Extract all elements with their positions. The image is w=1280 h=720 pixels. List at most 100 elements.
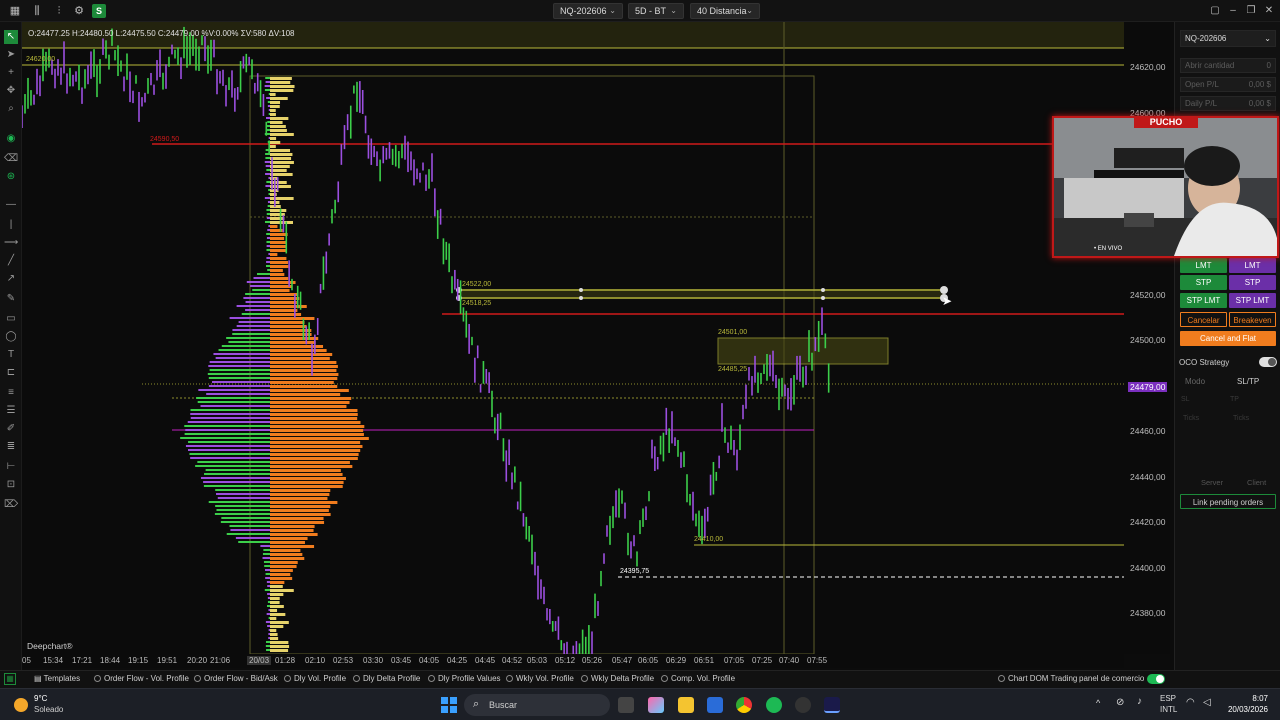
lock-icon[interactable]: ⊡ xyxy=(4,478,18,492)
maximize-icon[interactable]: ❐ xyxy=(1244,4,1258,18)
time-axis[interactable]: 05 15:34 17:21 18:44 19:15 19:51 20:20 21:06 20/… xyxy=(22,654,1124,668)
file-explorer-icon[interactable] xyxy=(678,697,694,713)
qty-field[interactable]: Abrir cantidad 0 xyxy=(1180,58,1276,73)
server-radio[interactable]: Server xyxy=(1201,478,1223,487)
trendline-icon[interactable]: ╱ xyxy=(4,254,18,268)
pointer-icon[interactable]: ➤ xyxy=(4,48,18,62)
buy-lmt-button[interactable]: LMT xyxy=(1180,258,1227,273)
profile-bar xyxy=(270,329,312,332)
bars-icon[interactable]: ⫶ xyxy=(52,4,66,18)
template-tab[interactable]: Wkly Delta Profile xyxy=(581,674,654,683)
panel-toggle[interactable] xyxy=(1147,674,1165,684)
handle-mid-2[interactable] xyxy=(579,296,583,300)
store-icon[interactable] xyxy=(707,697,723,713)
instrument-dropdown[interactable]: NQ-202606 ⌄ xyxy=(553,3,623,19)
buy-stp-button[interactable]: STP xyxy=(1180,275,1227,290)
language-label[interactable]: ESP xyxy=(1160,694,1176,703)
deepchart-app-icon[interactable] xyxy=(824,697,840,713)
s-logo-icon[interactable]: S xyxy=(92,4,106,18)
template-tab[interactable]: Dly Delta Profile xyxy=(353,674,420,683)
measure-icon[interactable]: ⊢ xyxy=(4,460,18,474)
restore-icon[interactable]: ▢ xyxy=(1208,4,1222,18)
template-tab[interactable]: Comp. Vol. Profile xyxy=(661,674,735,683)
cancel-flat-button[interactable]: Cancel and Flat xyxy=(1180,331,1276,346)
obs-icon[interactable] xyxy=(795,697,811,713)
arrow-line-icon[interactable]: ↗ xyxy=(4,272,18,286)
chart-dom-toggle[interactable]: Chart DOM Trading xyxy=(998,674,1077,683)
zoom-icon[interactable]: ⌕ xyxy=(4,102,18,116)
network-icon[interactable]: ⊘ xyxy=(1116,697,1124,708)
sun-icon[interactable] xyxy=(14,698,28,712)
handle-mid-3[interactable] xyxy=(821,288,825,292)
candles-icon[interactable]: ⫼ xyxy=(30,4,44,18)
templates-button[interactable]: ▤ Templates xyxy=(34,674,80,683)
breakeven-button[interactable]: Breakeven xyxy=(1229,312,1276,327)
pencil-icon[interactable]: ✎ xyxy=(4,292,18,306)
handle-mid-4[interactable] xyxy=(821,296,825,300)
ruler-icon[interactable]: ⊏ xyxy=(4,366,18,380)
magnet-icon[interactable]: ⊛ xyxy=(4,170,18,184)
wifi-icon[interactable]: ◠ xyxy=(1186,697,1195,708)
vline-icon[interactable]: | xyxy=(4,218,18,232)
rectangle-icon[interactable]: ▭ xyxy=(4,312,18,326)
field-value: 0 xyxy=(1266,61,1271,70)
delta-bar xyxy=(266,181,270,183)
layers-icon[interactable]: ≣ xyxy=(4,440,18,454)
ellipse-icon[interactable]: ◯ xyxy=(4,330,18,344)
buy-stplmt-button[interactable]: STP LMT xyxy=(1180,293,1227,308)
trash-icon[interactable]: ⌦ xyxy=(4,498,18,512)
task-view-icon[interactable] xyxy=(618,697,634,713)
sell-lmt-button[interactable]: LMT xyxy=(1229,258,1276,273)
template-tab[interactable]: Order Flow - Vol. Profile xyxy=(94,674,189,683)
gear-icon[interactable]: ⚙ xyxy=(72,4,86,18)
windows-start-icon[interactable] xyxy=(441,697,457,713)
close-icon[interactable]: ✕ xyxy=(1262,4,1276,18)
move-icon[interactable]: ✥ xyxy=(4,84,18,98)
template-tab[interactable]: Wkly Vol. Profile xyxy=(506,674,574,683)
volume-icon[interactable]: ◁ xyxy=(1203,697,1211,708)
ray-icon[interactable]: ⟶ xyxy=(4,236,18,250)
price-chart[interactable]: O:24477.25 H:24480.50 L:24475.50 C:24479… xyxy=(22,22,1124,654)
timeframe-dropdown[interactable]: 5D - BT ⌄ xyxy=(628,3,684,19)
minimize-icon[interactable]: – xyxy=(1226,4,1240,18)
chrome-icon[interactable] xyxy=(736,697,752,713)
list-icon[interactable]: ☰ xyxy=(4,404,18,418)
search-box[interactable]: ⌕ Buscar xyxy=(464,694,610,716)
mic-icon[interactable]: ♪ xyxy=(1137,696,1142,707)
supply-rect[interactable] xyxy=(717,337,889,365)
crosshair-icon[interactable]: + xyxy=(4,66,18,80)
fib-icon[interactable]: ≡ xyxy=(4,386,18,400)
mode-value[interactable]: SL/TP xyxy=(1237,377,1259,386)
brush-icon[interactable]: ✐ xyxy=(4,422,18,436)
oco-toggle[interactable] xyxy=(1259,357,1277,367)
link-pending-orders-button[interactable]: Link pending orders xyxy=(1180,494,1276,509)
cancel-button[interactable]: Cancelar xyxy=(1180,312,1227,327)
eye-icon[interactable]: ◉ xyxy=(4,132,18,146)
client-radio[interactable]: Client xyxy=(1247,478,1266,487)
template-tab[interactable]: Order Flow - Bid/Ask xyxy=(194,674,278,683)
tab-label: Comp. Vol. Profile xyxy=(671,674,736,683)
profile-bar xyxy=(270,125,286,128)
template-tab[interactable]: Dly Vol. Profile xyxy=(284,674,346,683)
cursor-icon[interactable]: ↖ xyxy=(4,30,18,44)
eraser-icon[interactable]: ⌫ xyxy=(4,152,18,166)
handle-right-top[interactable] xyxy=(940,286,948,294)
instrument-select[interactable]: NQ-202606 ⌄ xyxy=(1180,30,1276,47)
chevron-up-icon[interactable]: ^ xyxy=(1096,698,1100,708)
grid-toggle-icon[interactable]: ▦ xyxy=(4,673,16,685)
bars-type-dropdown[interactable]: 40 Distancia ⌄ xyxy=(690,3,760,19)
chart-canvas[interactable] xyxy=(22,22,1124,654)
grid-icon[interactable]: ▦ xyxy=(8,4,22,18)
sell-stplmt-button[interactable]: STP LMT xyxy=(1229,293,1276,308)
spotify-icon[interactable] xyxy=(766,697,782,713)
text-icon[interactable]: T xyxy=(4,348,18,362)
delta-bar xyxy=(218,349,270,351)
sell-stp-button[interactable]: STP xyxy=(1229,275,1276,290)
hline-icon[interactable]: — xyxy=(4,198,18,212)
copilot-icon[interactable] xyxy=(648,697,664,713)
delta-bar xyxy=(260,545,270,547)
delta-bar xyxy=(226,533,270,535)
template-tab[interactable]: Dly Profile Values xyxy=(428,674,501,683)
profile-bar xyxy=(270,385,338,388)
handle-mid-1[interactable] xyxy=(579,288,583,292)
